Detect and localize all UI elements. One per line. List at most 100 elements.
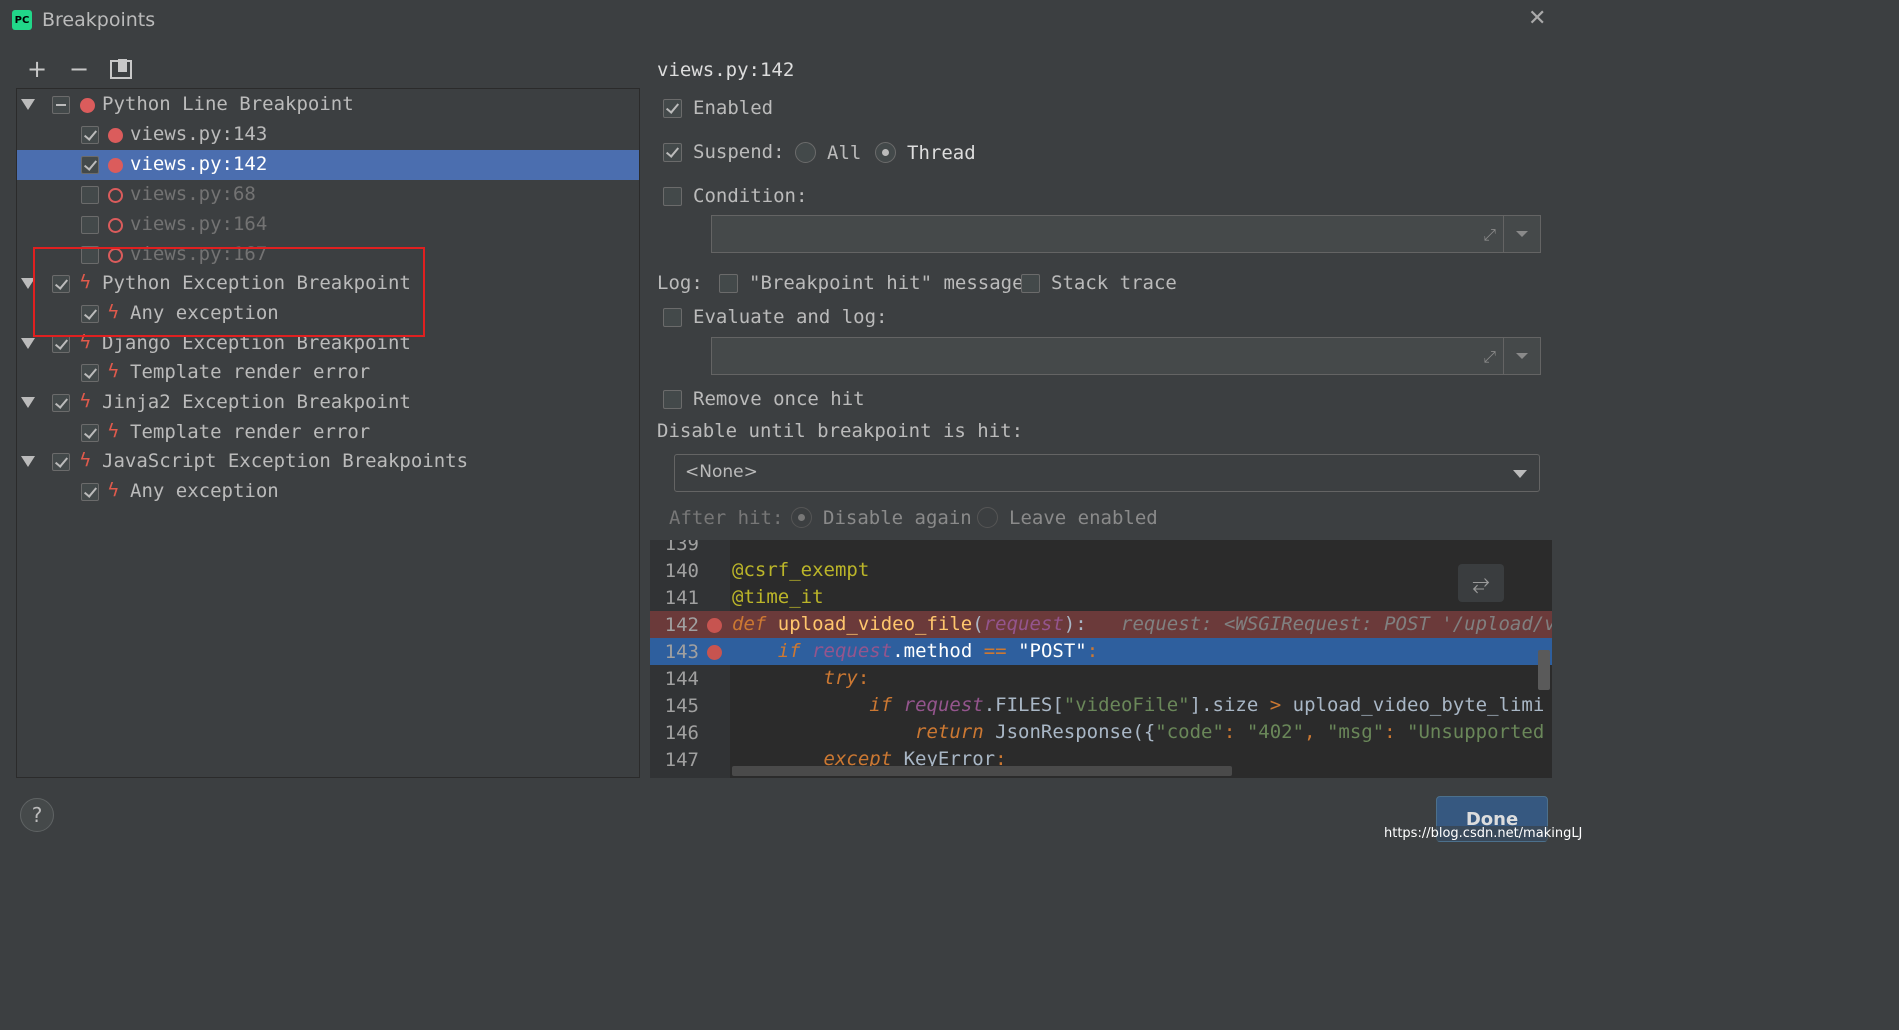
tree-checkbox[interactable] [81, 483, 99, 501]
tree-checkbox[interactable] [81, 156, 99, 174]
suspend-thread-label: Thread [907, 142, 976, 164]
tree-checkbox[interactable] [81, 246, 99, 264]
add-breakpoint-button[interactable]: + [24, 55, 50, 83]
tree-checkbox[interactable] [81, 424, 99, 442]
log-message-checkbox[interactable] [719, 274, 738, 293]
tree-checkbox[interactable] [81, 186, 99, 204]
tree-label: Template render error [130, 421, 371, 443]
expand-icon[interactable]: ⤢ [1483, 225, 1496, 245]
evaluate-log-input[interactable]: ⤢ [711, 337, 1541, 375]
expand-icon[interactable]: ⤢ [1483, 347, 1496, 367]
line-number: 146 [664, 722, 699, 744]
tree-item-line-breakpoint[interactable]: views.py:143 [17, 120, 639, 150]
suspend-all-radio[interactable] [795, 142, 816, 163]
tree-item-exception[interactable]: ϟ Template render error [17, 418, 639, 448]
attribute: ].size [1189, 694, 1259, 716]
soft-wrap-icon[interactable]: ⥂ [1458, 564, 1504, 602]
tree-item-line-breakpoint-selected[interactable]: views.py:142 [17, 150, 639, 180]
close-icon[interactable]: ✕ [1528, 6, 1546, 31]
code-preview[interactable]: 139 140 @csrf_exempt 141 @time_it 142 de… [650, 540, 1552, 778]
tree-item-line-breakpoint-disabled[interactable]: views.py:68 [17, 180, 639, 210]
tree-group-python-line[interactable]: Python Line Breakpoint [17, 90, 639, 120]
tree-group-jinja2-exception[interactable]: ϟ Jinja2 Exception Breakpoint [17, 388, 639, 418]
question-icon: ? [31, 803, 43, 827]
tree-group-django-exception[interactable]: ϟ Django Exception Breakpoint [17, 329, 639, 359]
history-dropdown-icon[interactable] [1516, 353, 1528, 359]
tree-label: Python Exception Breakpoint [102, 272, 411, 294]
tree-checkbox[interactable] [52, 96, 70, 114]
breakpoint-marker-icon[interactable] [707, 618, 722, 633]
tree-checkbox[interactable] [52, 335, 70, 353]
code-line: 141 @time_it [650, 584, 1552, 611]
keyword: if [869, 694, 893, 716]
leave-enabled-label: Leave enabled [1009, 507, 1158, 529]
tree-label: Template render error [130, 361, 371, 383]
colon: : [1223, 721, 1236, 743]
disable-until-select[interactable]: <None> [674, 454, 1540, 492]
expand-arrow-icon[interactable] [21, 397, 35, 408]
tree-label: Any exception [130, 302, 279, 324]
history-dropdown-icon[interactable] [1516, 231, 1528, 237]
evaluate-log-checkbox[interactable] [663, 308, 682, 327]
line-number: 141 [664, 587, 699, 609]
tree-item-line-breakpoint-disabled[interactable]: views.py:164 [17, 210, 639, 240]
stack-trace-checkbox[interactable] [1021, 274, 1040, 293]
operator: == [983, 640, 1007, 662]
breakpoint-marker-icon[interactable] [707, 645, 722, 660]
line-number: 144 [664, 668, 699, 690]
tree-label: Jinja2 Exception Breakpoint [102, 391, 411, 413]
code-line: 140 @csrf_exempt [650, 557, 1552, 584]
tree-checkbox[interactable] [52, 453, 70, 471]
tree-checkbox[interactable] [81, 216, 99, 234]
tree-item-line-breakpoint-disabled[interactable]: views.py:167 [17, 240, 639, 270]
tree-group-javascript-exception[interactable]: ϟ JavaScript Exception Breakpoints [17, 447, 639, 477]
paren: ( [972, 613, 984, 635]
line-number: 139 [664, 540, 699, 555]
remove-breakpoint-button[interactable]: − [66, 55, 92, 83]
colon: : [1384, 721, 1396, 743]
enabled-label: Enabled [693, 97, 774, 119]
tree-item-exception[interactable]: ϟ Any exception [17, 299, 639, 329]
lightning-icon: ϟ [79, 449, 92, 471]
disable-again-radio[interactable] [791, 507, 812, 528]
tree-checkbox[interactable] [52, 394, 70, 412]
expand-arrow-icon[interactable] [21, 99, 35, 110]
chevron-down-icon [1513, 470, 1527, 478]
watermark: https://blog.csdn.net/makingLJ [1384, 826, 1583, 841]
line-breakpoint-icon [108, 158, 123, 173]
tree-checkbox[interactable] [81, 126, 99, 144]
line-number: 143 [664, 641, 699, 663]
remove-once-hit-checkbox[interactable] [663, 390, 682, 409]
tree-item-exception[interactable]: ϟ Any exception [17, 477, 639, 507]
suspend-thread-radio[interactable] [875, 142, 896, 163]
vertical-scrollbar[interactable] [1538, 650, 1550, 690]
enabled-checkbox[interactable] [663, 99, 682, 118]
expand-arrow-icon[interactable] [21, 278, 35, 289]
help-button[interactable]: ? [20, 798, 54, 832]
expand-arrow-icon[interactable] [21, 456, 35, 467]
breakpoint-tree[interactable]: Python Line Breakpoint views.py:143 view… [16, 88, 640, 778]
leave-enabled-radio[interactable] [977, 507, 998, 528]
tree-group-python-exception[interactable]: ϟ Python Exception Breakpoint [17, 269, 639, 299]
identifier: upload_video_byte_limi [1292, 694, 1545, 716]
horizontal-scrollbar[interactable] [732, 766, 1232, 776]
tree-checkbox[interactable] [81, 305, 99, 323]
lightning-icon: ϟ [79, 390, 92, 412]
log-message-label: "Breakpoint hit" message [749, 272, 1024, 294]
operator: > [1269, 694, 1282, 716]
group-by-file-button[interactable] [108, 56, 134, 82]
line-number: 145 [664, 695, 699, 717]
suspend-checkbox[interactable] [663, 143, 682, 162]
tree-item-exception[interactable]: ϟ Template render error [17, 358, 639, 388]
lightning-icon: ϟ [79, 331, 92, 353]
condition-input[interactable]: ⤢ [711, 215, 1541, 253]
tree-checkbox[interactable] [81, 364, 99, 382]
line-number: 142 [664, 614, 699, 636]
colon: : [857, 667, 870, 689]
condition-checkbox[interactable] [663, 187, 682, 206]
function-name: upload_video_file [777, 613, 973, 635]
tree-checkbox[interactable] [52, 275, 70, 293]
parameter: request [812, 640, 893, 662]
disable-until-value: <None> [685, 462, 758, 482]
expand-arrow-icon[interactable] [21, 338, 35, 349]
